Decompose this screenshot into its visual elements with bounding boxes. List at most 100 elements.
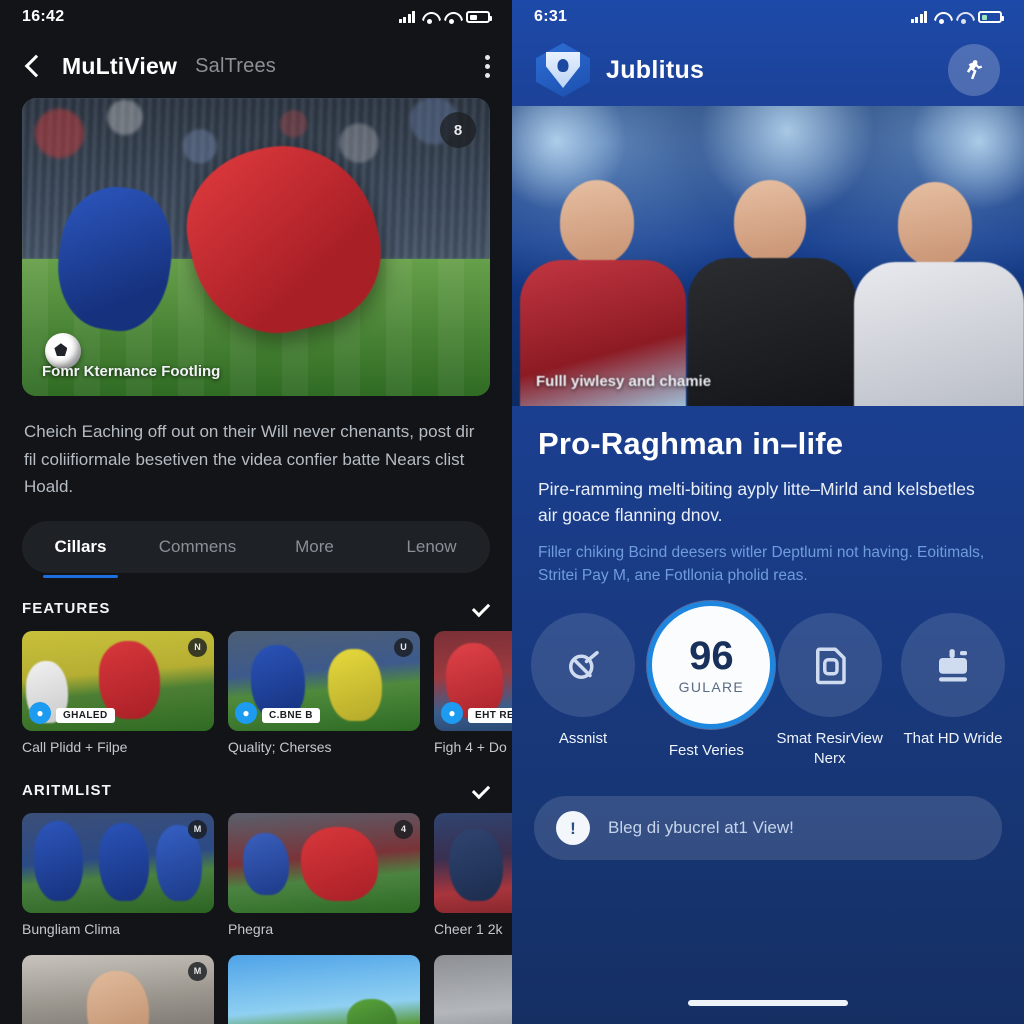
stat-value: 96 [689,633,734,678]
hero-badge-label: 8 [453,121,463,139]
thumb-badge: U [394,637,413,657]
thumbnail-image: U ● C.BNE B [228,630,420,731]
thumb-badge: M [188,819,207,839]
stat-label: That HD Wride [903,730,1003,747]
thumbnail-image: M [22,812,214,913]
right-status-bar: 6:31 [512,0,1024,34]
mute-icon [956,12,971,24]
page-title: MuLtiView [62,52,178,79]
list-item[interactable]: U ● C.BNE B Quality; Cherses [228,630,420,755]
signal-icon [398,11,415,23]
check-icon[interactable] [470,781,490,801]
app-title: Jublitus [606,55,705,84]
thumbnail-row-features: N ● GHALED Call Plidd + Filpe U ● C.BNE … [22,630,512,755]
tab-more[interactable]: More [256,521,373,573]
thumbnail-image: 4 [228,812,420,913]
headline: Pro-Raghman in–life [538,426,844,461]
section-title: ARITMLIST [22,782,112,800]
wifi-icon [934,12,949,24]
section-title: FEATURES [22,600,111,618]
hero-caption: Fomr Kternance Footling [42,363,221,380]
thumb-caption: Bungliam Clima [22,920,121,937]
stat-fest-veries[interactable]: 96 GULARE Fest Veries [647,601,776,761]
thumbnail-image: N ● GHALED [22,630,214,731]
dual-phone-screenshot: 16:42 MuLtiView SalTrees Zilebishe 8 [0,0,1024,1024]
thumbnail-image [228,954,420,1024]
player-figure [688,172,856,406]
status-clock: 6:31 [534,8,568,25]
left-phone-panel: 16:42 MuLtiView SalTrees Zilebishe 8 [0,0,512,1024]
team-hero-image[interactable]: Fulll yiwlesy and chamie [512,106,1024,406]
right-phone-panel: 6:31 Jublitus Fulll yiwlesy and chamie P… [512,0,1024,1024]
page-subtitle: SalTrees [195,54,276,77]
thumbnail-image [434,954,512,1024]
home-indicator [688,1000,848,1006]
search-input[interactable]: ! Bleg di ybucrel at1 View! [534,796,1002,860]
wifi-icon [422,12,437,24]
thumb-pill-label: EHT RE [468,707,512,723]
stat-smat-resirview[interactable]: Smat ResirView Nerx [771,613,889,768]
thumb-badge: N [188,637,207,657]
info-circle-icon: ! [556,811,590,845]
search-placeholder: Bleg di ybucrel at1 View! [608,818,794,837]
stat-label: Assnist [558,730,608,747]
thumb-caption: Call Plidd + Filpe [22,738,128,755]
tab-bar: Cillars Commens More Lenow [22,520,490,578]
signal-icon [910,11,927,23]
list-item[interactable]: $ Cheer 1 2k [434,812,512,937]
player-figure [518,176,688,406]
list-item[interactable]: R ● EHT RE Figh 4 + Do [434,630,512,755]
thumbnail-row-aritmlist: M Bungliam Clima 4 Phegra $ Cheer 1 2k [22,812,512,937]
thumb-caption: Cheer 1 2k [434,920,503,937]
battery-icon [466,11,492,23]
stat-label: Fest Veries [668,742,744,759]
thumb-caption: Figh 4 + Do [434,738,507,755]
battery-icon [978,11,1004,23]
device-icon[interactable] [900,613,1005,717]
thumb-pill-label: C.BNE B [262,707,320,723]
left-app-bar: MuLtiView SalTrees [0,34,512,98]
list-item[interactable]: M [22,954,214,1024]
stats-row: Assnist 96 GULARE Fest Veries Smat Resir… [518,601,1018,768]
twitter-bird-icon: ● [29,701,51,724]
secondary-paragraph: Filler chiking Bcind deesers witler Dept… [538,543,985,584]
list-item[interactable]: M Bungliam Clima [22,812,214,937]
sim-card-icon[interactable] [777,613,882,717]
stat-that-hd-wride[interactable]: That HD Wride [894,613,1012,749]
section-header-aritmlist: ARITMLIST [22,781,490,801]
list-item[interactable] [228,954,420,1024]
list-item[interactable]: 4 Phegra [228,812,420,937]
tab-cillars[interactable]: Cillars [22,521,139,578]
score-circle[interactable]: 96 GULARE [647,601,776,729]
player-figure [854,176,1024,406]
hero-image[interactable]: Zilebishe 8 Fomr Kternance Footling [22,98,490,396]
status-clock: 16:42 [22,8,65,25]
list-item[interactable] [434,954,512,1024]
tab-lenow[interactable]: Lenow [373,521,490,573]
body-paragraph: Pire-ramming melti-biting ayply litte–Mi… [538,479,975,526]
thumb-pill-label: GHALED [56,707,115,723]
check-icon[interactable] [470,599,490,619]
stat-unit: GULARE [678,678,745,695]
stat-assnist[interactable]: Assnist [524,613,642,749]
right-app-bar: Jublitus [512,34,1024,106]
thumbnail-row-partial: M [22,954,512,1024]
status-icons [398,11,492,24]
wifi-icon [444,12,459,24]
kebab-menu-icon[interactable] [485,54,490,78]
hero-caption: Fulll yiwlesy and chamie [536,373,712,390]
runner-icon[interactable] [948,44,1000,96]
thumb-caption: Quality; Cherses [228,738,332,755]
thumbnail-image: $ [434,812,512,913]
chevron-left-icon[interactable] [22,55,44,77]
circle-slash-icon[interactable] [531,613,635,717]
thumb-badge: M [188,961,207,981]
list-item[interactable]: N ● GHALED Call Plidd + Filpe [22,630,214,755]
tab-commens[interactable]: Commens [139,521,256,573]
stat-label: Smat ResirView Nerx [776,730,883,767]
section-header-features: FEATURES [22,599,490,619]
thumbnail-image: R ● EHT RE [434,630,512,731]
thumb-caption: Phegra [228,920,274,937]
shield-diamond-logo [536,43,590,97]
hero-badge[interactable]: 8 [440,112,476,148]
